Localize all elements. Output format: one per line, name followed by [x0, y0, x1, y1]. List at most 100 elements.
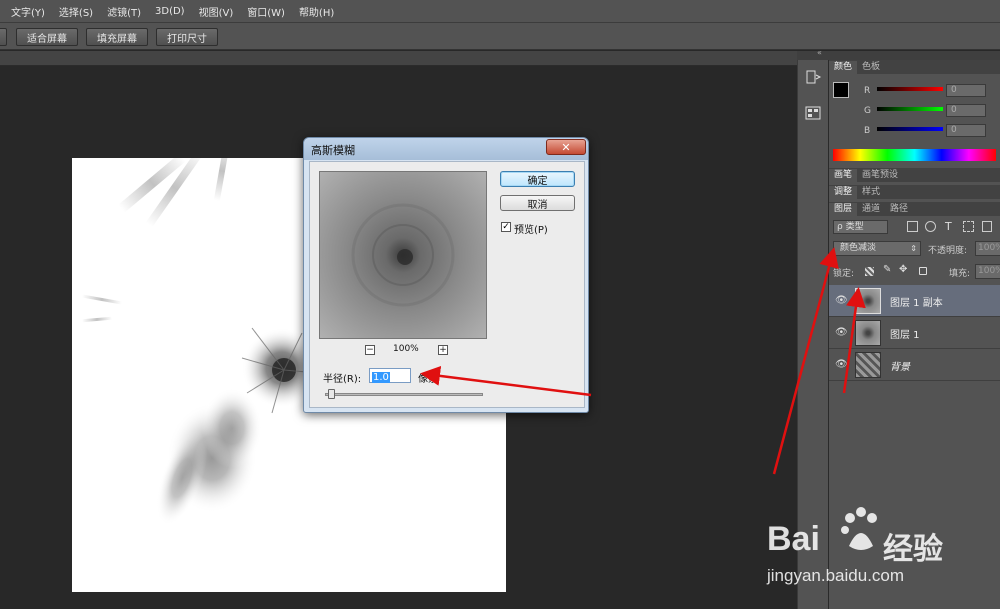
dialog-body: − 100% + 确定 取消 ✓ 预览(P) 半径(R): 1.0 像素 [309, 161, 585, 408]
zoom-in-button[interactable]: + [438, 345, 448, 355]
channel-r-slider[interactable] [877, 87, 943, 91]
properties-icon[interactable] [804, 104, 822, 122]
channel-g-label: G [864, 106, 871, 116]
menu-filter[interactable]: 滤镜(T) [100, 4, 148, 19]
cancel-button[interactable]: 取消 [500, 195, 575, 211]
layers-panel-tabs: 图层 通道 路径 [829, 202, 1000, 216]
dialog-titlebar[interactable]: 高斯模糊 ✕ [304, 138, 588, 160]
channel-g-input[interactable]: 0 [946, 104, 986, 117]
history-icon[interactable] [804, 69, 822, 87]
lock-label: 锁定: [833, 269, 855, 279]
channel-r-input[interactable]: 0 [946, 84, 986, 97]
watermark-brand-right: 经验 [883, 532, 943, 567]
tab-channels[interactable]: 通道 [857, 203, 885, 216]
blend-mode-select[interactable]: 颜色减淡 ⇕ [833, 241, 921, 256]
filter-adjust-icon[interactable] [925, 221, 936, 232]
lock-move-icon[interactable]: ✥ [899, 264, 907, 275]
tab-paths[interactable]: 路径 [885, 203, 913, 216]
fill-label: 填充: [949, 269, 971, 279]
collapse-arrows-icon[interactable]: « [817, 48, 822, 57]
radius-value: 1.0 [372, 372, 390, 383]
panel-collapse-bar[interactable]: « [797, 48, 1000, 60]
chevron-updown-icon: ⇕ [910, 244, 917, 253]
print-size-button[interactable]: 打印尺寸 [156, 28, 218, 46]
tab-brush-presets[interactable]: 画笔预设 [857, 169, 903, 182]
tab-swatches[interactable]: 色板 [857, 61, 885, 74]
options-bar: 适合屏幕 填充屏幕 打印尺寸 [0, 22, 1000, 50]
dialog-title: 高斯模糊 [311, 144, 355, 157]
watermark-url: jingyan.baidu.com [767, 566, 905, 585]
layer-thumbnail [855, 320, 881, 346]
color-spectrum-bar[interactable] [833, 149, 996, 161]
radius-slider-handle[interactable] [328, 389, 335, 399]
preview-image [320, 172, 486, 338]
menu-type[interactable]: 文字(Y) [4, 4, 52, 19]
visibility-eye-icon[interactable]: 👁 [835, 359, 848, 370]
menu-window[interactable]: 窗口(W) [240, 4, 292, 19]
adjust-panel-tabs: 调整 样式 [829, 185, 1000, 199]
zoom-level: 100% [393, 344, 419, 354]
dialog-close-button[interactable]: ✕ [546, 139, 586, 155]
opacity-label: 不透明度: [928, 246, 968, 256]
menu-select[interactable]: 选择(S) [52, 4, 100, 19]
radius-unit: 像素 [418, 374, 438, 385]
preview-checkbox[interactable]: ✓ [501, 222, 511, 232]
lock-brush-icon[interactable]: ✎ [883, 264, 891, 275]
channel-g-slider[interactable] [877, 107, 943, 111]
watermark-brand-left: Bai [767, 520, 820, 558]
tab-brush[interactable]: 画笔 [829, 169, 858, 182]
options-button-partial[interactable] [0, 28, 7, 46]
preview-label: 预览(P) [514, 225, 548, 236]
layer-row-layer1[interactable]: 👁 图层 1 [829, 317, 1000, 349]
channel-r-label: R [864, 86, 871, 96]
zoom-out-button[interactable]: − [365, 345, 375, 355]
lock-all-icon[interactable] [919, 267, 927, 275]
color-panel-tabs: 颜色 色板 [829, 60, 1000, 74]
menu-view[interactable]: 视图(V) [192, 4, 241, 19]
layer-row-copy[interactable]: 👁 图层 1 副本 [829, 285, 1000, 317]
tab-adjustments[interactable]: 调整 [829, 186, 858, 199]
channel-b-label: B [864, 126, 871, 136]
brush-panel-tabs: 画笔 画笔预设 [829, 168, 1000, 182]
fill-input[interactable]: 100% [975, 264, 1000, 279]
gaussian-blur-dialog: 高斯模糊 ✕ − 100% + 确定 取消 ✓ 预览(P) 半径(R): 1.0… [303, 137, 589, 413]
minus-icon: − [366, 345, 374, 355]
menu-3d[interactable]: 3D(D) [148, 6, 192, 17]
ok-button[interactable]: 确定 [500, 171, 575, 187]
menu-bar: 文字(Y) 选择(S) 滤镜(T) 3D(D) 视图(V) 窗口(W) 帮助(H… [0, 0, 1000, 22]
close-icon: ✕ [561, 140, 571, 154]
menu-help[interactable]: 帮助(H) [292, 4, 341, 19]
filter-pixel-icon[interactable] [907, 221, 918, 232]
channel-b-slider[interactable] [877, 127, 943, 131]
visibility-eye-icon[interactable]: 👁 [835, 295, 848, 306]
layer-name: 背景 [890, 362, 910, 373]
layer-thumbnail [855, 288, 881, 314]
blur-preview[interactable] [319, 171, 487, 339]
baidu-watermark: Bai 经验 jingyan.baidu.com [765, 500, 985, 600]
foreground-color[interactable] [833, 82, 849, 98]
tab-color[interactable]: 颜色 [829, 61, 858, 74]
radius-input[interactable]: 1.0 [369, 368, 411, 383]
layer-filter-select[interactable]: ρ 类型 [833, 220, 888, 234]
lock-transparent-icon[interactable] [865, 267, 874, 276]
layer-name: 图层 1 副本 [890, 298, 943, 309]
layer-name: 图层 1 [890, 330, 920, 341]
filter-type-icon[interactable]: T [945, 220, 952, 233]
fit-screen-button[interactable]: 适合屏幕 [16, 28, 78, 46]
filter-smart-icon[interactable] [982, 221, 992, 232]
layer-row-background[interactable]: 👁 背景 [829, 349, 1000, 381]
paw-icon [840, 506, 882, 554]
filter-shape-icon[interactable] [963, 221, 974, 232]
blend-mode-value: 颜色减淡 [840, 243, 877, 253]
radius-slider-track[interactable] [325, 393, 483, 396]
opacity-input[interactable]: 100% [975, 241, 1000, 256]
plus-icon: + [439, 345, 447, 355]
layer-thumbnail [855, 352, 881, 378]
fill-screen-button[interactable]: 填充屏幕 [86, 28, 148, 46]
radius-label: 半径(R): [323, 374, 362, 385]
visibility-eye-icon[interactable]: 👁 [835, 327, 848, 338]
tab-styles[interactable]: 样式 [857, 186, 885, 199]
channel-b-input[interactable]: 0 [946, 124, 986, 137]
document-tab-strip [0, 51, 797, 66]
tab-layers[interactable]: 图层 [829, 203, 858, 216]
